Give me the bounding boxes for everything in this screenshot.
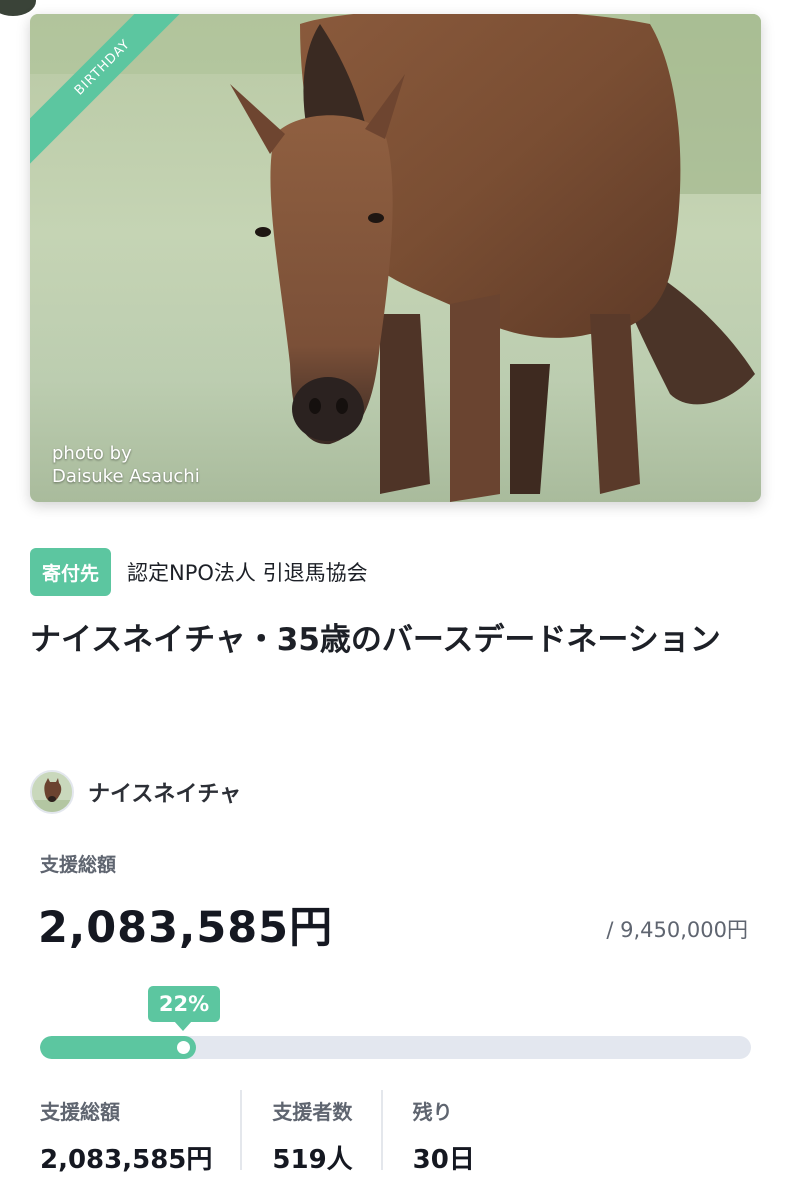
stat-value: 30日: [412, 1145, 475, 1175]
horse-avatar-icon: [32, 772, 72, 812]
organization-row: 寄付先 認定NPO法人 引退馬協会: [30, 548, 368, 596]
owner-name[interactable]: ナイスネイチャ: [88, 776, 241, 808]
goal-amount: / 9,450,000円: [606, 918, 748, 942]
birthday-ribbon-label: BIRTHDAY: [30, 14, 203, 168]
progress-bar-fill: [40, 1036, 197, 1059]
hero-image: BIRTHDAY photo by Daisuke Asauchi: [30, 14, 761, 502]
organization-name[interactable]: 認定NPO法人 引退馬協会: [127, 557, 368, 587]
stat-supporters: 支援者数 519人: [240, 1090, 380, 1175]
stat-label: 支援者数: [272, 1100, 353, 1124]
stat-total: 支援総額 2,083,585円: [40, 1090, 240, 1175]
progress-bar: [40, 1036, 751, 1059]
total-amount: 2,083,585円: [38, 903, 334, 953]
donation-target-badge: 寄付先: [30, 548, 112, 596]
stats-row: 支援総額 2,083,585円 支援者数 519人 残り 30日: [40, 1090, 503, 1175]
progress-percent-pointer: [174, 1021, 192, 1031]
stat-value: 2,083,585円: [40, 1145, 213, 1175]
photo-credit: photo by Daisuke Asauchi: [52, 442, 200, 488]
avatar[interactable]: [30, 770, 74, 814]
project-owner[interactable]: ナイスネイチャ: [30, 770, 241, 814]
stat-label: 残り: [412, 1100, 453, 1124]
stat-value: 519人: [272, 1145, 353, 1175]
photo-credit-line2: Daisuke Asauchi: [52, 466, 200, 487]
total-label: 支援総額: [40, 854, 117, 876]
project-title: ナイスネイチャ・35歳のバースデードネーション: [30, 622, 721, 658]
stat-label: 支援総額: [40, 1100, 120, 1124]
photo-credit-line1: photo by: [52, 443, 132, 464]
progress-percent-badge: 22%: [148, 986, 220, 1022]
birthday-ribbon: BIRTHDAY: [30, 14, 230, 214]
stat-remaining: 残り 30日: [380, 1090, 503, 1175]
